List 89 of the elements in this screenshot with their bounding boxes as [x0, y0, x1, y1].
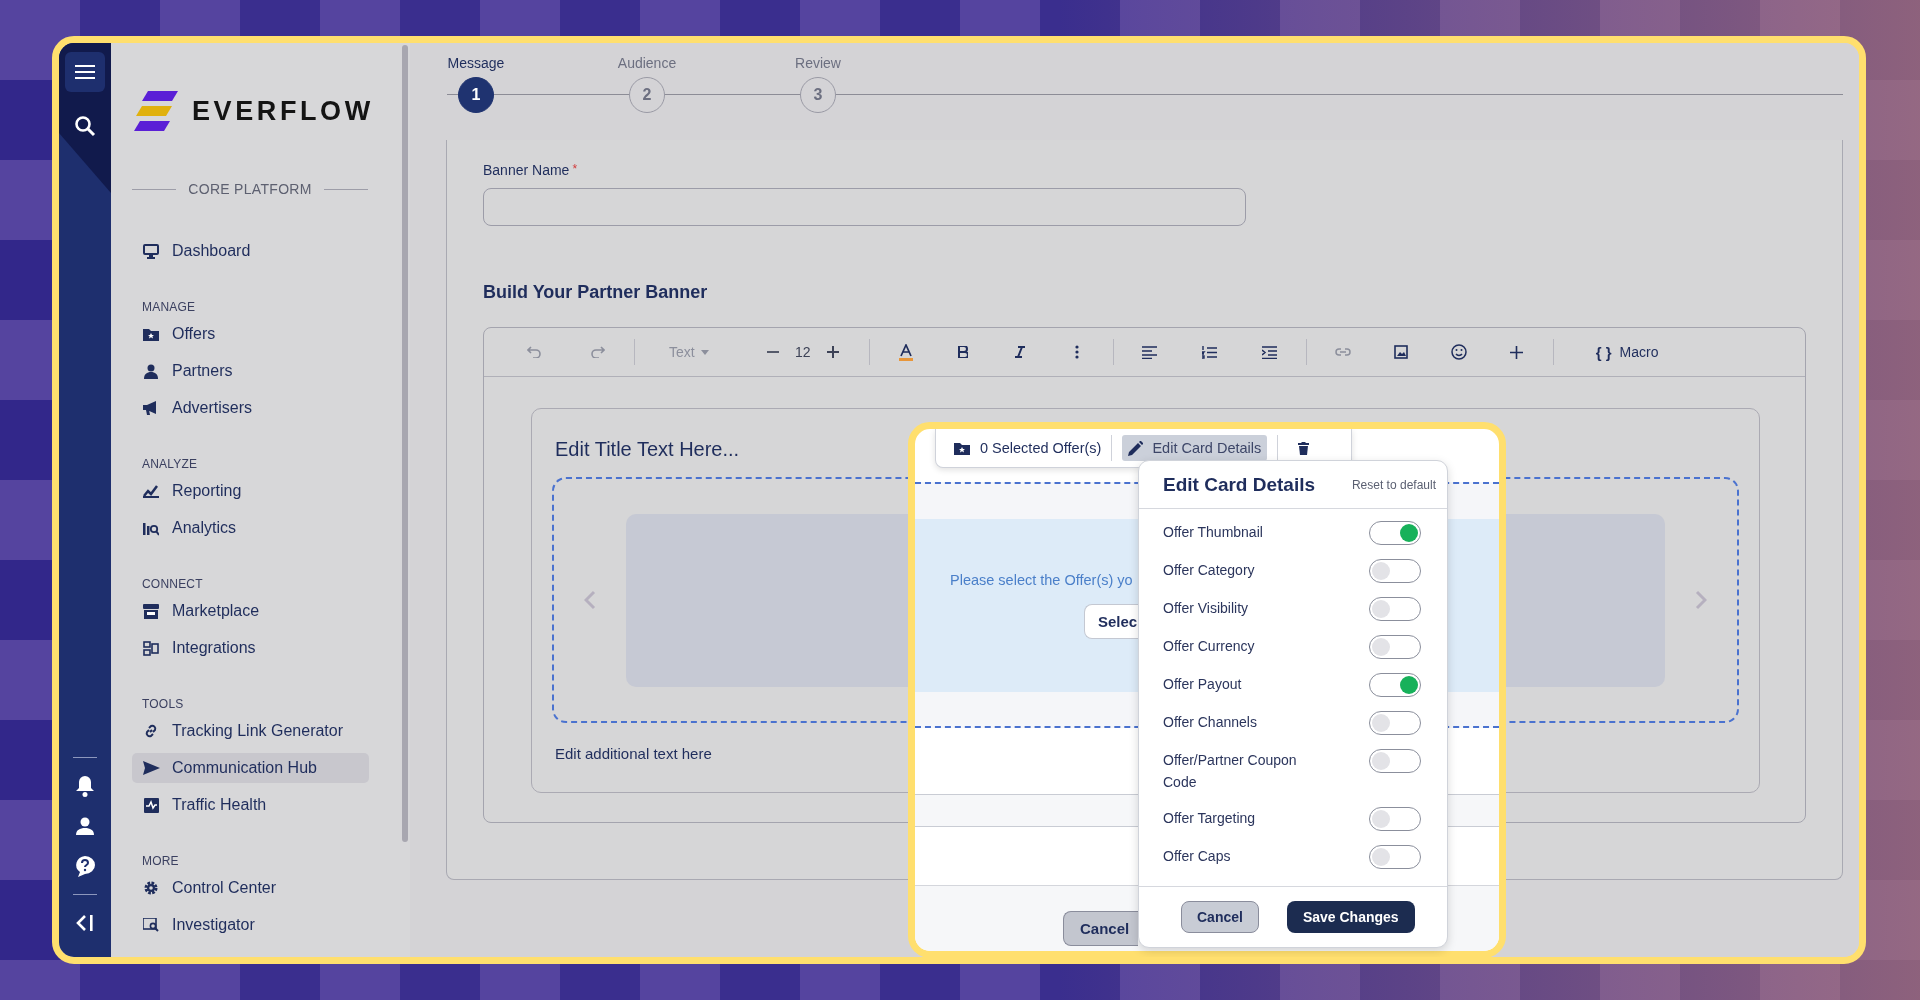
nav-group-heading: MANAGE — [142, 300, 197, 314]
redo-icon — [591, 346, 605, 358]
toggle-label: Offer Category — [1163, 561, 1256, 580]
link-icon — [143, 723, 159, 739]
nav-group-heading: MORE — [142, 854, 180, 868]
trash-icon — [1298, 441, 1310, 455]
numbered-list-icon — [1202, 345, 1218, 359]
additional-text[interactable]: Edit additional text here — [555, 745, 712, 762]
plus-icon — [1510, 345, 1524, 359]
nav-item[interactable]: Advertisers — [132, 393, 369, 423]
pencil-icon — [1128, 440, 1144, 456]
nav-item[interactable]: Communication Hub — [132, 753, 369, 783]
indent-icon — [1262, 345, 1278, 359]
nav-item[interactable]: Investigator — [132, 910, 369, 940]
clipboard-pulse-icon — [143, 797, 159, 813]
nav-item[interactable]: Analytics — [132, 513, 369, 543]
nav-item[interactable]: Partners — [132, 356, 369, 386]
cancel-button[interactable]: Cancel — [1063, 911, 1138, 946]
panel-title: Edit Card Details — [1163, 473, 1316, 496]
step-label[interactable]: Message — [447, 55, 505, 71]
toggle-label: Offer Caps — [1163, 847, 1232, 866]
logo-icon — [134, 91, 178, 131]
nav-item[interactable]: Tracking Link Generator — [132, 716, 369, 746]
toggle-label: Offer Thumbnail — [1163, 523, 1264, 542]
chart-icon — [143, 484, 159, 498]
nav-item[interactable]: Integrations — [132, 633, 369, 663]
send-icon — [142, 761, 160, 775]
card-title[interactable]: Edit Title Text Here... — [555, 438, 740, 461]
nav-item[interactable]: Traffic Health — [132, 790, 369, 820]
gear-icon — [143, 880, 159, 896]
plus-icon — [826, 346, 839, 358]
more-vertical-icon — [1074, 345, 1079, 359]
bold-icon — [957, 346, 968, 358]
reset-link[interactable]: Reset to default — [1351, 477, 1436, 492]
delete-button[interactable] — [1298, 441, 1310, 455]
menu-icon — [75, 64, 95, 80]
selected-offers-button[interactable]: 0 Selected Offer(s) — [954, 440, 1102, 456]
banner-name-field[interactable] — [483, 188, 1246, 226]
store-icon — [143, 603, 159, 619]
text-color-icon — [898, 343, 913, 361]
nav-group-heading: ANALYZE — [142, 457, 199, 471]
align-left-icon — [1142, 345, 1158, 359]
person-icon — [144, 363, 158, 379]
field-label: Banner Name * — [483, 162, 579, 178]
macro-button[interactable]: { } Macro — [1595, 338, 1659, 366]
edit-card-details-button[interactable]: Edit Card Details — [1122, 435, 1268, 461]
help-bubble-icon — [74, 855, 96, 877]
folder-star-icon — [143, 327, 159, 341]
toggle-label: Offer Targeting — [1163, 809, 1257, 828]
image-icon — [1393, 345, 1408, 359]
logo-text: EVERFLOW — [192, 95, 374, 127]
toggle-label: Offer Payout — [1163, 675, 1243, 694]
nav-item[interactable]: Dashboard — [132, 236, 369, 266]
section-heading: CORE PLATFORM — [188, 181, 312, 197]
font-size-value[interactable]: 12 — [790, 338, 815, 366]
caret-icon — [700, 349, 709, 355]
undo-icon — [527, 346, 541, 358]
section-title: Build Your Partner Banner — [483, 282, 709, 303]
minus-icon — [766, 351, 779, 353]
nav-item[interactable]: Offers — [132, 319, 369, 349]
smiley-icon — [1450, 344, 1467, 360]
step-number[interactable]: 1 — [458, 77, 494, 113]
scrollbar-thumb[interactable] — [402, 45, 408, 842]
analytics-icon — [143, 520, 159, 536]
folder-star-icon — [954, 441, 970, 455]
cancel-button[interactable]: Cancel — [1181, 901, 1259, 933]
link-icon — [1334, 348, 1351, 356]
toggle-label: Offer Channels — [1163, 713, 1258, 732]
user-icon — [76, 817, 94, 835]
collapse-icon — [75, 913, 95, 933]
toggle-label: Offer Currency — [1163, 637, 1256, 656]
toggle-label: Offer/Partner Coupon Code — [1163, 751, 1298, 792]
integrations-icon — [143, 640, 159, 656]
megaphone-icon — [143, 401, 159, 415]
nav-group-heading: TOOLS — [142, 697, 185, 711]
toggle-label: Offer Visibility — [1163, 599, 1250, 618]
select-offers-button[interactable]: Selec — [1084, 604, 1139, 639]
nav-item[interactable]: Marketplace — [132, 596, 369, 626]
menu-button[interactable] — [65, 52, 105, 92]
monitor-icon — [143, 243, 159, 259]
document-search-icon — [143, 918, 159, 932]
save-changes-button[interactable]: Save Changes — [1286, 901, 1415, 933]
offer-prompt: Please select the Offer(s) yo — [950, 572, 1134, 588]
search-icon — [74, 115, 96, 137]
nav-item[interactable]: Reporting — [132, 476, 369, 506]
nav-group-heading: CONNECT — [142, 577, 204, 591]
nav-item[interactable]: Control Center — [132, 873, 369, 903]
italic-icon — [1014, 346, 1025, 358]
bell-icon — [75, 775, 95, 797]
